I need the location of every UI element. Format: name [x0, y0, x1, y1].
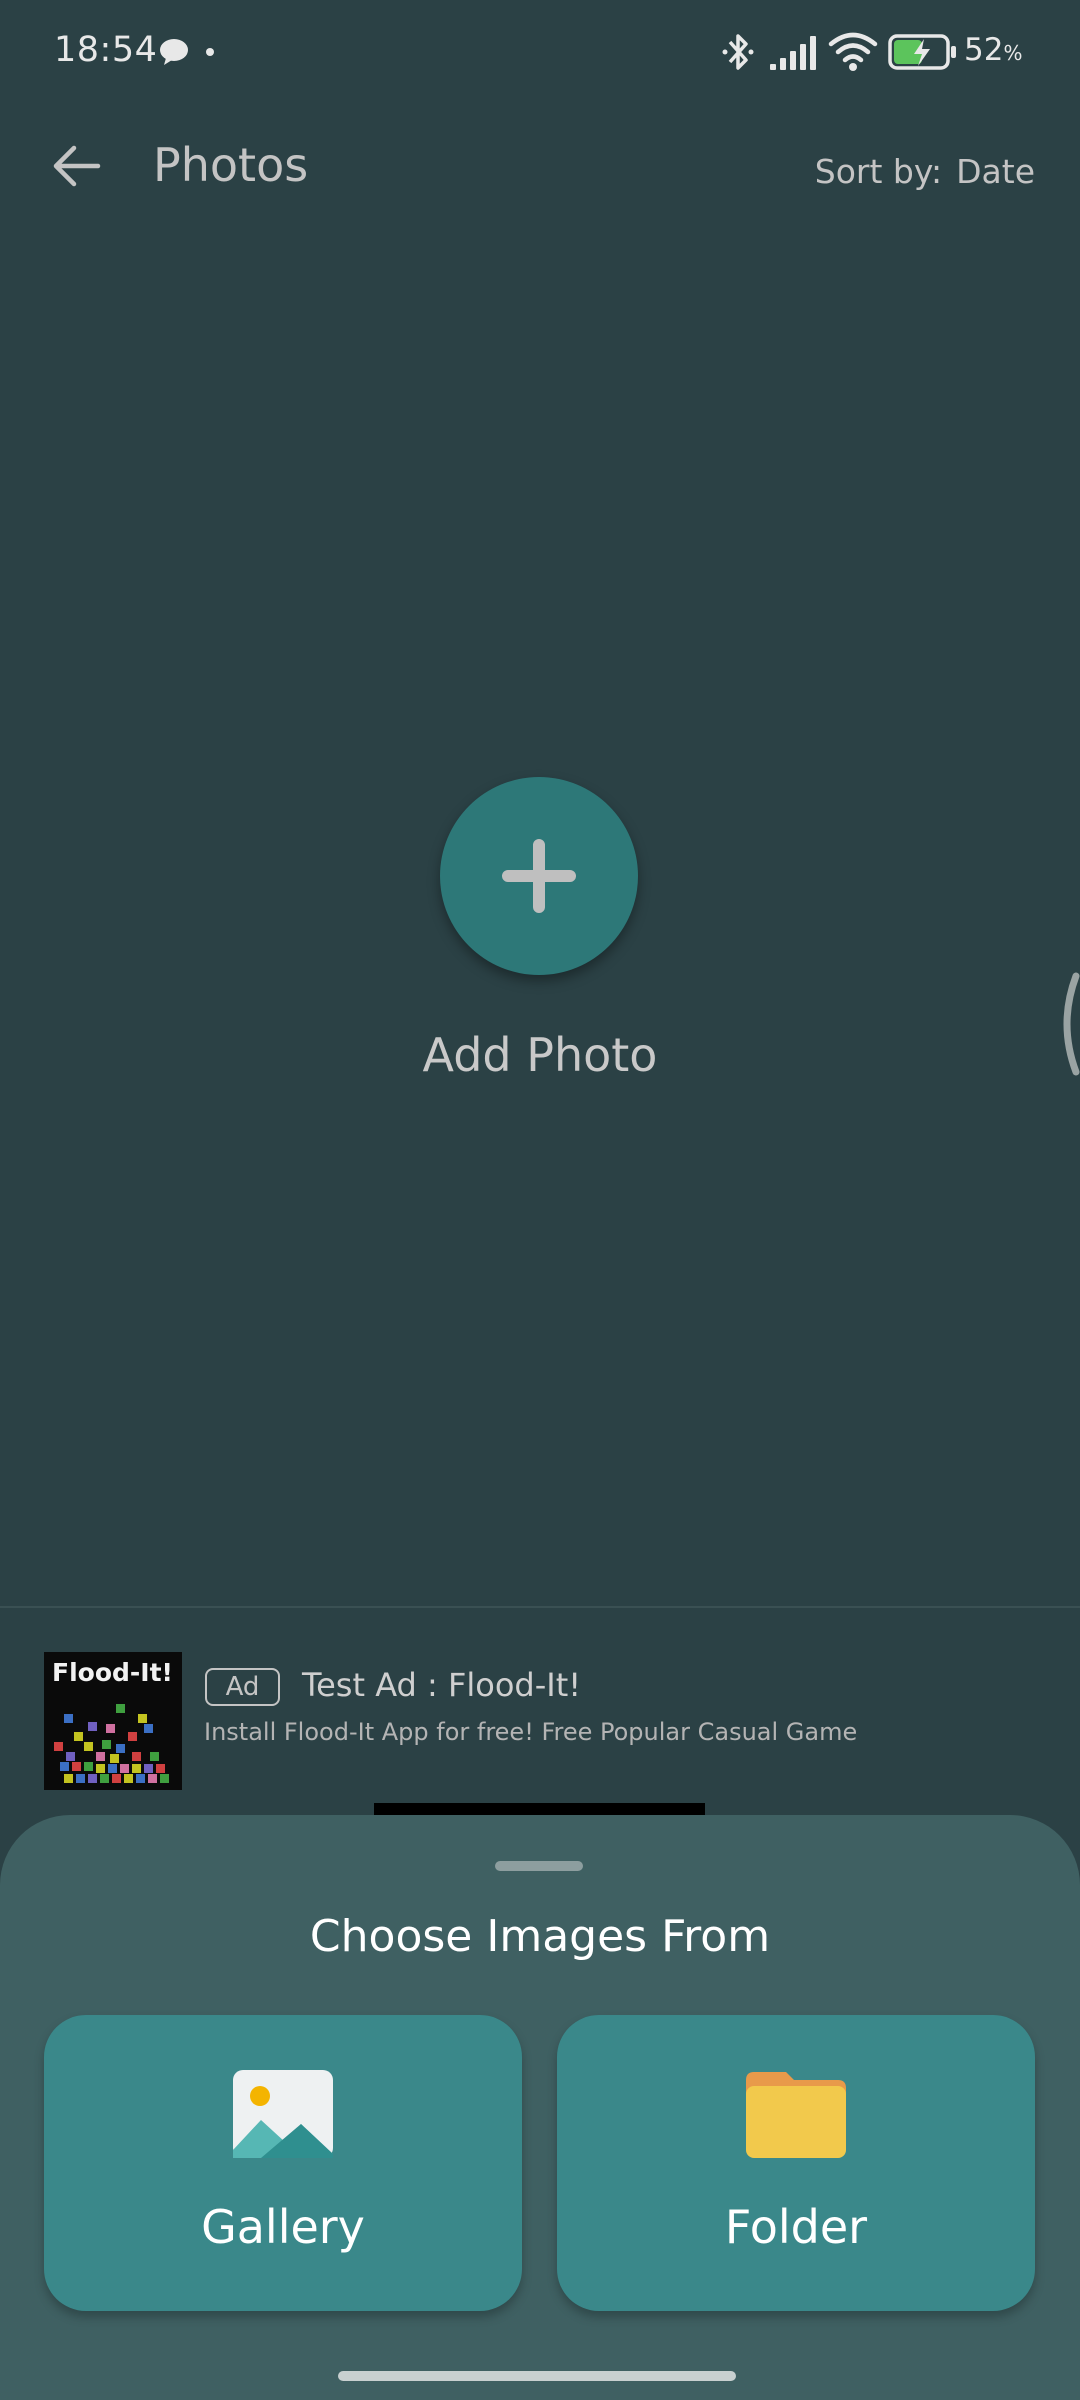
page-title: Photos	[153, 138, 309, 192]
gallery-label: Gallery	[201, 2200, 365, 2254]
battery-charging-icon	[888, 34, 956, 70]
flood-it-pixels-icon	[54, 1704, 169, 1783]
sort-label: Sort by:	[814, 152, 943, 191]
folder-label: Folder	[724, 2200, 868, 2254]
choose-images-sheet: Choose Images From Gallery Folder	[0, 1815, 1080, 2400]
battery-percent: 52%	[964, 32, 1023, 68]
plus-icon	[502, 839, 576, 913]
folder-icon	[746, 2072, 846, 2158]
ad-title[interactable]: Test Ad : Flood-It!	[302, 1666, 581, 1704]
sheet-drag-handle[interactable]	[495, 1861, 583, 1871]
folder-option-button[interactable]: Folder	[557, 2015, 1035, 2311]
status-time: 18:54	[54, 30, 158, 70]
signal-icon	[770, 36, 816, 70]
sheet-title: Choose Images From	[309, 1911, 771, 1962]
add-photo-label: Add Photo	[422, 1028, 658, 1082]
sort-button[interactable]: Sort by: Date	[815, 152, 1035, 191]
edge-swipe-handle[interactable]	[1052, 970, 1080, 1078]
ad-description: Install Flood-It App for free! Free Popu…	[204, 1718, 858, 1746]
ad-badge: Ad	[205, 1668, 280, 1706]
ad-banner[interactable]: Flood-It! Ad Test Ad: Flood-It! Install…	[0, 1608, 1080, 1808]
gallery-option-button[interactable]: Gallery	[44, 2015, 522, 2311]
back-arrow-icon[interactable]	[48, 138, 104, 194]
gallery-icon	[233, 2070, 333, 2158]
home-indicator[interactable]	[338, 2371, 736, 2381]
ad-thumbnail[interactable]: Flood-It!	[44, 1652, 182, 1790]
status-bar: 18:54 52%	[0, 0, 1080, 105]
bluetooth-icon	[722, 34, 754, 70]
screen: 18:54 52% Photos Sort by: Date Add Photo…	[0, 0, 1080, 2400]
sort-value: Date	[956, 152, 1035, 191]
ad-bottom-bar	[374, 1803, 705, 1815]
wifi-icon	[828, 32, 878, 71]
chat-bubble-icon	[160, 39, 188, 65]
add-photo-button[interactable]	[440, 777, 638, 975]
dot-icon	[206, 48, 214, 56]
